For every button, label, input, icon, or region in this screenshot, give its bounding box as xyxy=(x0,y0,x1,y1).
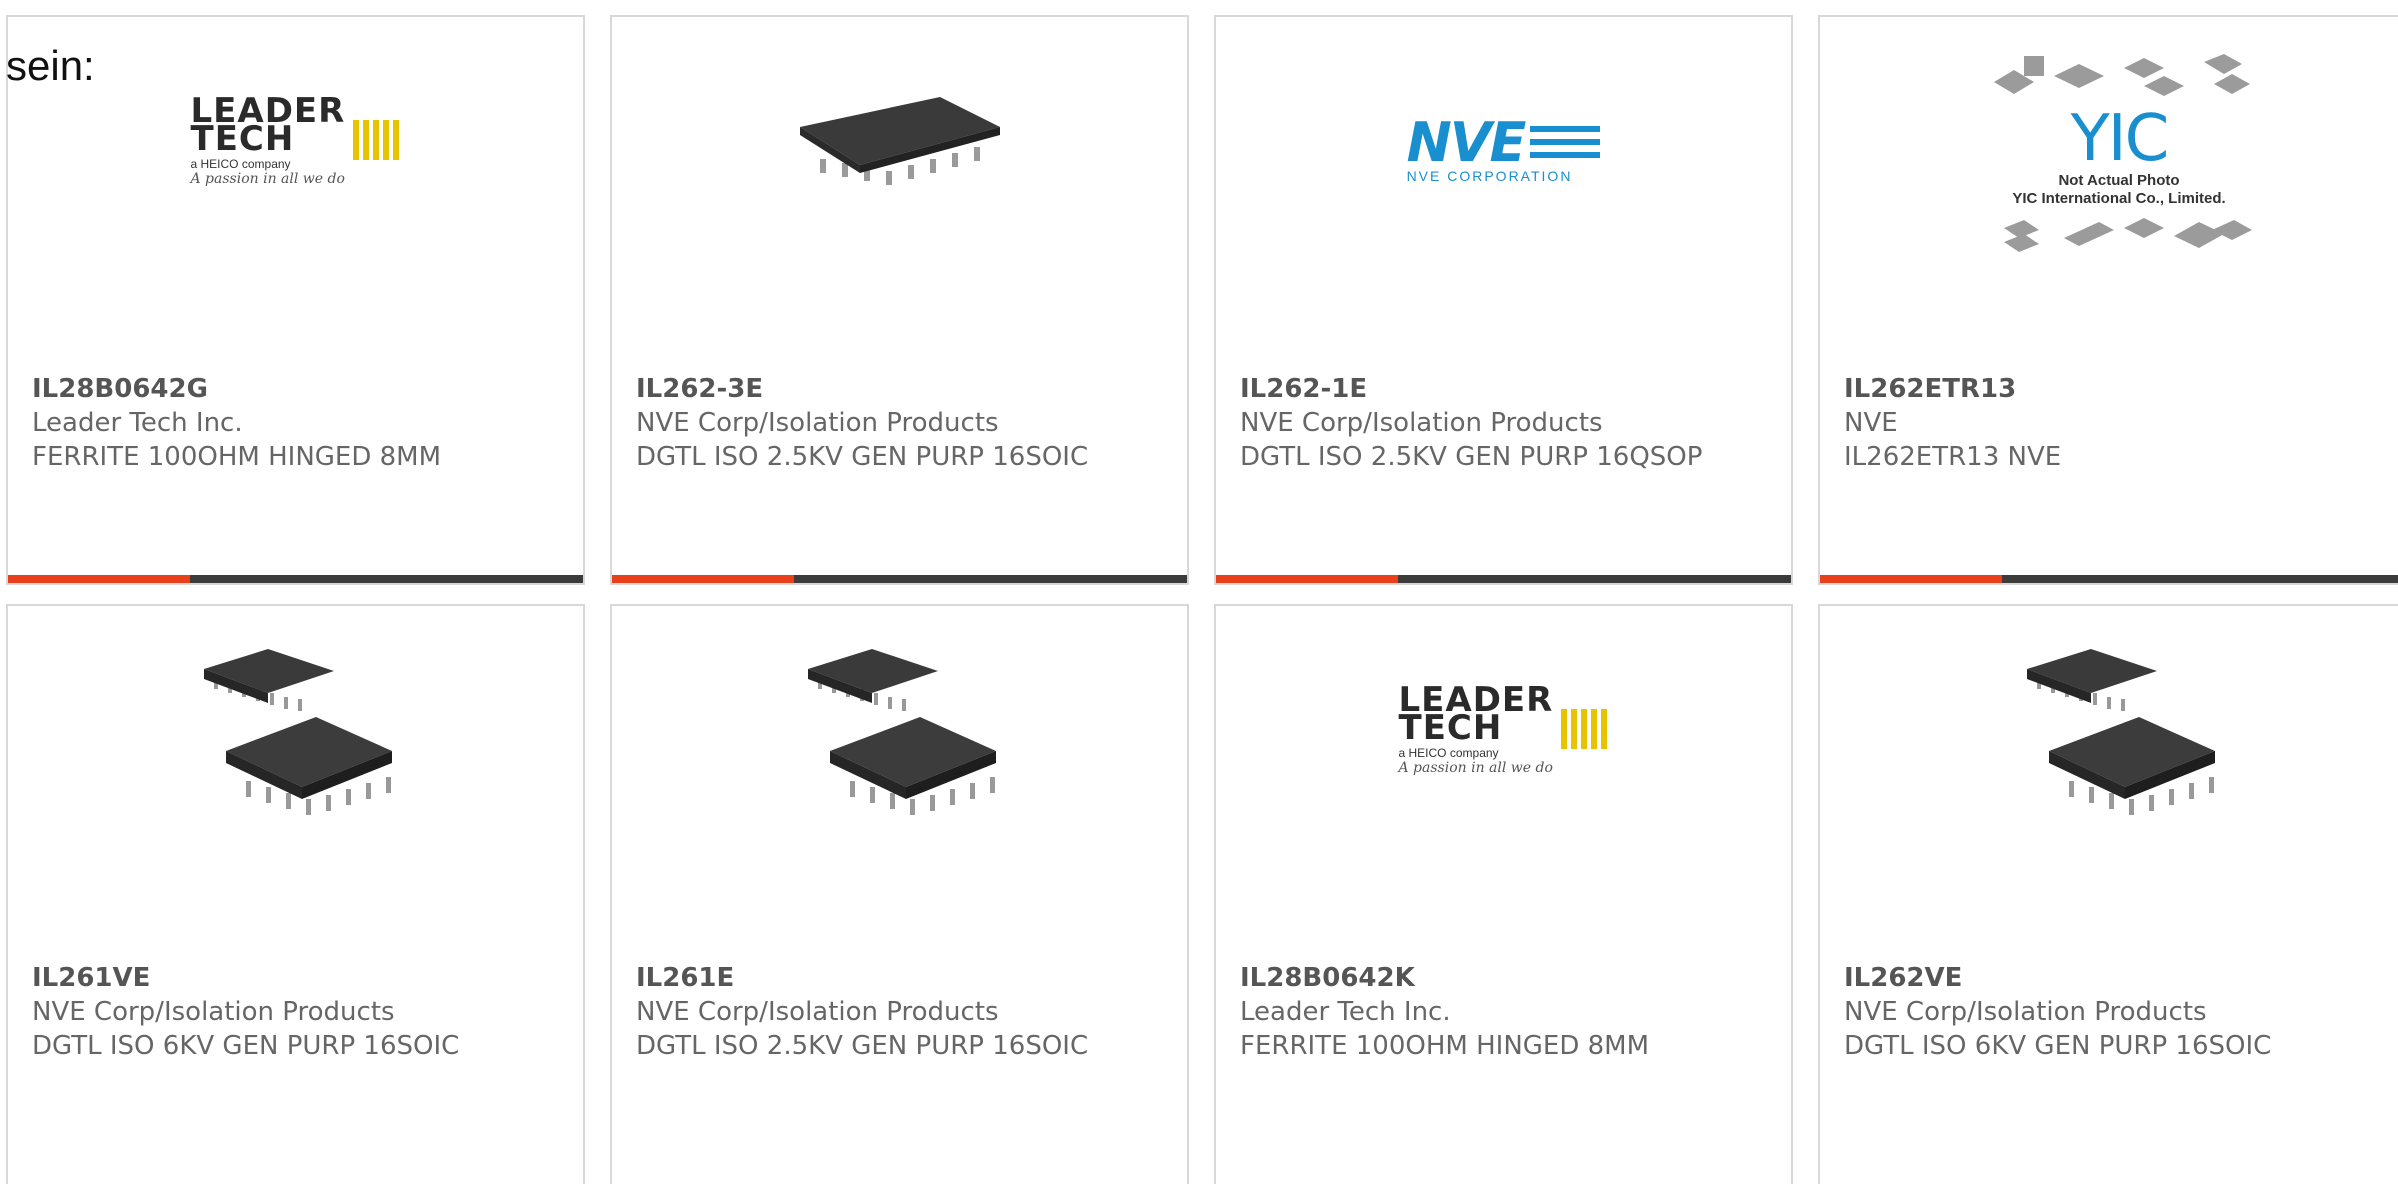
description: DGTL ISO 6KV GEN PURP 16SOIC xyxy=(32,1031,460,1061)
product-image[interactable]: NVE NVE CORPORATION xyxy=(1216,17,1791,367)
leader-tech-logo: LEADER TECH a HEICO company A passion in… xyxy=(191,94,401,197)
product-card[interactable]: YIC Not Actual Photo YIC International C… xyxy=(1818,15,2398,585)
part-number-link[interactable]: IL261VE xyxy=(32,961,563,995)
part-number-link[interactable]: IL262-1E xyxy=(1240,372,1771,406)
product-image[interactable]: LEADER TECH a HEICO company A passion in… xyxy=(1216,606,1791,956)
description: DGTL ISO 6KV GEN PURP 16SOIC xyxy=(1844,1031,2272,1061)
manufacturer: Leader Tech Inc. xyxy=(1240,997,1451,1027)
product-card[interactable]: IL262VE NVE Corp/Isolation Products DGTL… xyxy=(1818,604,2398,1184)
ic-two-chips-icon xyxy=(2027,649,2215,815)
product-card[interactable]: NVE NVE CORPORATION IL262-1E NVE Corp/Is… xyxy=(1214,15,1793,585)
product-image[interactable] xyxy=(612,606,1187,956)
product-image[interactable] xyxy=(612,17,1187,367)
manufacturer: NVE Corp/Isolation Products xyxy=(1844,997,2207,1027)
leader-tech-mark-icon xyxy=(352,120,399,160)
manufacturer: Leader Tech Inc. xyxy=(32,408,243,438)
part-number-link[interactable]: IL262-3E xyxy=(636,372,1167,406)
manufacturer: NVE Corp/Isolation Products xyxy=(1240,408,1603,438)
description: FERRITE 100OHM HINGED 8MM xyxy=(32,442,442,472)
ic-two-chips-icon xyxy=(203,649,392,815)
part-number-link[interactable]: IL262VE xyxy=(1844,961,2398,995)
leader-tech-logo: LEADER TECH a HEICO company A passion in… xyxy=(1399,683,1609,786)
product-card[interactable]: IL262-3E NVE Corp/Isolation Products DGT… xyxy=(610,15,1189,585)
card-accent-bar xyxy=(8,575,583,583)
manufacturer: NVE Corp/Isolation Products xyxy=(636,997,999,1027)
manufacturer: NVE xyxy=(1844,408,1898,438)
product-card[interactable]: LEADER TECH a HEICO company A passion in… xyxy=(6,15,585,585)
product-image[interactable] xyxy=(1820,606,2398,956)
nve-logo: NVE NVE CORPORATION xyxy=(1407,111,1601,184)
yic-placeholder-image: YIC Not Actual Photo YIC International C… xyxy=(1984,52,2254,262)
ic-chip-icon xyxy=(799,97,1000,185)
part-number-link[interactable]: IL262ETR13 xyxy=(1844,372,2398,406)
product-image[interactable] xyxy=(8,606,583,956)
product-card[interactable]: IL261VE NVE Corp/Isolation Products DGTL… xyxy=(6,604,585,1184)
description: DGTL ISO 2.5KV GEN PURP 16SOIC xyxy=(636,442,1089,472)
product-card[interactable]: LEADER TECH a HEICO company A passion in… xyxy=(1214,604,1793,1184)
product-image[interactable]: YIC Not Actual Photo YIC International C… xyxy=(1820,17,2398,367)
manufacturer: NVE Corp/Isolation Products xyxy=(32,997,395,1027)
product-card[interactable]: IL261E NVE Corp/Isolation Products DGTL … xyxy=(610,604,1189,1184)
ic-two-chips-icon xyxy=(807,649,996,815)
chip-packages-icon xyxy=(2004,218,2252,252)
part-number-link[interactable]: IL28B0642K xyxy=(1240,961,1771,995)
card-accent-bar xyxy=(612,575,1187,583)
nve-lines-icon xyxy=(1530,126,1601,158)
chip-packages-icon xyxy=(1994,54,2250,96)
part-number-link[interactable]: IL28B0642G xyxy=(32,372,563,406)
description: FERRITE 100OHM HINGED 8MM xyxy=(1240,1031,1650,1061)
part-number-link[interactable]: IL261E xyxy=(636,961,1167,995)
description: IL262ETR13 NVE xyxy=(1844,442,2062,472)
intro-text: sein: xyxy=(6,42,95,89)
card-accent-bar xyxy=(1216,575,1791,583)
description: DGTL ISO 2.5KV GEN PURP 16SOIC xyxy=(636,1031,1089,1061)
description: DGTL ISO 2.5KV GEN PURP 16QSOP xyxy=(1240,442,1703,472)
manufacturer: NVE Corp/Isolation Products xyxy=(636,408,999,438)
card-accent-bar xyxy=(1820,575,2398,583)
leader-tech-mark-icon xyxy=(1560,709,1607,749)
